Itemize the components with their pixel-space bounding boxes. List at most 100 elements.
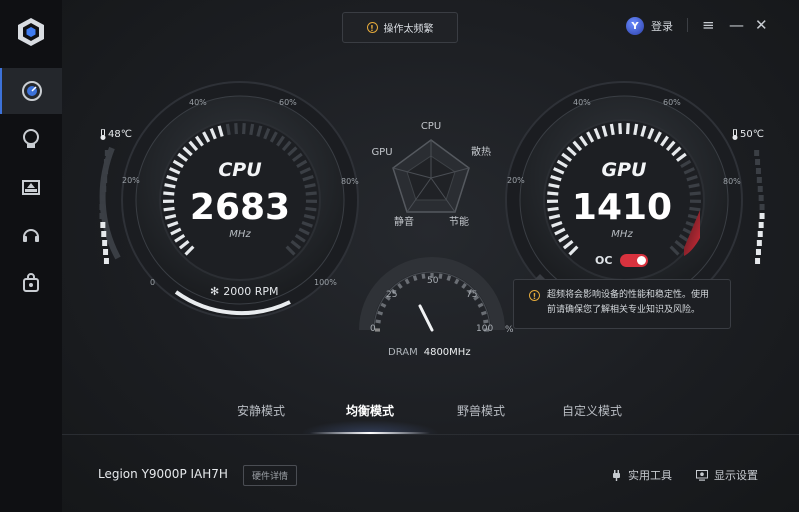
gpu-tick-label: 60% [663, 98, 681, 107]
gpu-gauge-segment [626, 123, 630, 135]
thermometer-icon [100, 129, 106, 140]
gpu-gauge-segment [688, 183, 700, 189]
dram-tick [446, 275, 452, 282]
dram-tick [421, 273, 426, 279]
cpu-tick-label: 20% [122, 176, 140, 185]
tooltip-text-line2: 前请确保您了解相关专业知识及风险。 [547, 305, 701, 315]
dram-frequency: 4800MHz [423, 347, 471, 358]
mode-quiet[interactable]: 安静模式 [237, 402, 285, 419]
temperature-bar-segment [104, 150, 110, 156]
cpu-tick-label: 100% [314, 278, 337, 287]
dram-tick [377, 310, 384, 316]
thermometer-icon [732, 129, 738, 140]
temperature-bar-segment [754, 150, 760, 156]
temperature-bar-segment [99, 204, 105, 210]
tooltip-text-line1: 超频将会影响设备的性能和稳定性。使用 [547, 290, 710, 300]
gpu-gauge-segment [547, 206, 559, 212]
overclock-toggle-group: OC [595, 254, 649, 267]
fan-icon: ✻ [210, 285, 220, 298]
dram-tick-label: 100 [476, 324, 493, 334]
dram-tick [404, 278, 410, 285]
dram-tick [461, 282, 467, 289]
cpu-gauge-segment [163, 206, 175, 212]
gpu-gauge-segment [609, 123, 615, 136]
gpu-gauge-segment [548, 183, 560, 189]
dram-tick-label: 0 [370, 324, 376, 334]
performance-radar: CPU 散热 节能 静音 GPU [371, 121, 491, 228]
cpu-gauge-segment [304, 183, 316, 189]
cpu-tick-label: 80% [341, 177, 359, 186]
temperature-bar-segment [755, 258, 761, 264]
gpu-tick-label: 20% [507, 176, 525, 185]
dram-tick [375, 319, 381, 324]
cpu-title: CPU [218, 159, 262, 181]
temperature-bar-segment [102, 240, 108, 246]
cpu-temperature-value: 48℃ [108, 129, 132, 140]
radar-label-quiet: 静音 [394, 215, 414, 228]
dram-tick [412, 275, 418, 282]
dram-needle [418, 304, 434, 332]
cpu-tick-label: 40% [189, 98, 207, 107]
cpu-tick-label: 0 [150, 278, 155, 287]
cpu-gauge-segment [234, 123, 238, 135]
cpu-gauge-segment [163, 191, 175, 196]
dram-tick [380, 302, 387, 308]
cpu-fan-speed: ✻ 2000 RPM [210, 285, 278, 298]
temperature-bar-segment [100, 195, 106, 201]
temperature-bar-segment [759, 204, 765, 210]
dram-tick [483, 319, 489, 324]
gpu-temperature-value: 50℃ [740, 129, 764, 140]
divider [62, 434, 799, 435]
temperature-bar-segment [103, 258, 109, 264]
gpu-temperature: 50℃ [732, 129, 764, 140]
temperature-bar-segment [102, 177, 108, 183]
overclock-label: OC [595, 254, 613, 267]
temperature-bar-segment [103, 159, 109, 165]
radar-label-gpu: GPU [371, 147, 392, 158]
gpu-gauge-segment [633, 123, 639, 136]
display-settings-button[interactable]: 显示设置 [696, 467, 758, 483]
temperature-bar-segment [101, 231, 107, 237]
mode-custom[interactable]: 自定义模式 [562, 402, 622, 419]
device-name: Legion Y9000P IAH7H [98, 467, 228, 481]
hardware-details-button[interactable]: 硬件详情 [243, 465, 297, 486]
cpu-gauge: CPU 2683 MHz 0 20% 40% 60% 80% 100% [99, 81, 359, 319]
overclock-toggle[interactable] [620, 254, 649, 267]
cpu-frequency-value: 2683 [190, 187, 290, 228]
tools-button[interactable]: 实用工具 [611, 467, 672, 483]
temperature-bar-segment [755, 249, 761, 255]
mode-balanced[interactable]: 均衡模式 [346, 402, 394, 419]
gpu-frequency-value: 1410 [572, 187, 672, 228]
temperature-bar-segment [758, 195, 764, 201]
cpu-temperature: 48℃ [100, 129, 132, 140]
dram-tick [397, 282, 403, 289]
temperature-bar-segment [756, 240, 762, 246]
dram-gauge: 0 25 50 75 100 % [359, 257, 514, 335]
gpu-gauge-segment [689, 191, 701, 196]
temperature-bar-segment [759, 213, 765, 219]
temperature-bar-segment [757, 231, 763, 237]
temperature-bar-segment [755, 168, 761, 174]
temperature-bar-segment [101, 186, 107, 192]
gpu-gauge-segment [689, 206, 701, 212]
mode-performance[interactable]: 野兽模式 [457, 402, 505, 419]
cpu-fan-speed-value: 2000 RPM [223, 285, 279, 298]
gpu-title: GPU [602, 159, 648, 181]
dram-tick [477, 302, 484, 308]
temperature-bar-segment [103, 249, 109, 255]
dram-tick [438, 273, 443, 279]
monitor-icon [696, 469, 708, 481]
cpu-frequency-unit: MHz [229, 229, 251, 240]
temperature-bar-segment [757, 186, 763, 192]
dram-label: DRAM [388, 347, 418, 358]
gauges-layer: CPU 2683 MHz 0 20% 40% 60% 80% 100% GPU … [99, 81, 765, 335]
plug-icon [613, 469, 620, 481]
cpu-gauge-segment [164, 183, 176, 189]
radar-label-cpu: CPU [421, 121, 441, 132]
overclock-warning-tooltip: ! 超频将会影响设备的性能和稳定性。使用 前请确保您了解相关专业知识及风险。 [513, 274, 731, 329]
cpu-gauge-segment [242, 123, 246, 135]
dram-tick [480, 310, 487, 316]
gpu-gauge-segment [618, 123, 622, 135]
temperature-bar-segment [99, 213, 105, 219]
temperature-bar-segment [755, 159, 761, 165]
